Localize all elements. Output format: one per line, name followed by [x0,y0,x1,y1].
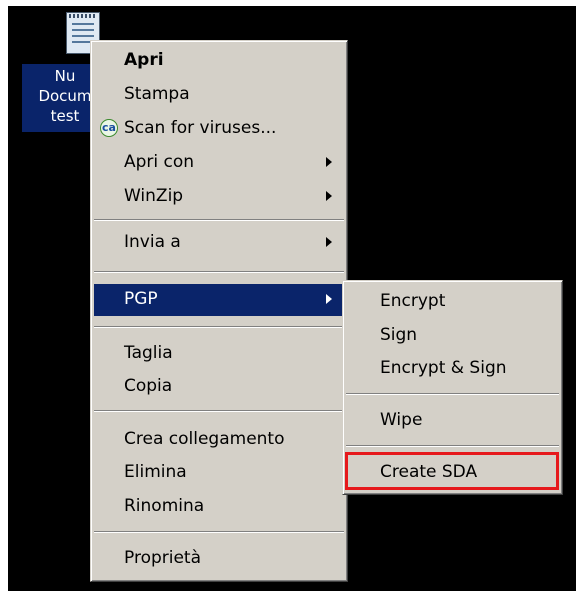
menu-item-rinomina[interactable]: Rinomina [94,491,344,521]
menu-separator [94,326,344,328]
menu-item-label: WinZip [124,186,184,206]
menu-separator [94,531,344,533]
menu-item-label: Apri [124,50,164,70]
submenu-arrow-icon [326,191,332,201]
menu-separator [94,219,344,221]
annotation-highlight-box [345,452,559,490]
submenu-item-sign[interactable]: Sign [346,320,559,350]
submenu-item-label: Sign [380,325,418,345]
menu-item-label: Copia [124,376,173,396]
menu-item-pgp[interactable]: PGP [94,284,344,316]
menu-item-scan-for-viruses[interactable]: ca Scan for viruses... [94,113,344,143]
submenu-item-label: Encrypt [380,291,446,311]
menu-item-label: Scan for viruses... [124,118,277,138]
submenu-item-label: Wipe [380,410,423,430]
menu-item-label: Stampa [124,84,190,104]
menu-item-invia-a[interactable]: Invia a [94,227,344,257]
menu-item-crea-collegamento[interactable]: Crea collegamento [94,424,344,454]
menu-item-apri[interactable]: Apri [94,45,344,75]
menu-item-label: Crea collegamento [124,429,285,449]
menu-item-label: Apri con [124,152,195,172]
menu-item-copia[interactable]: Copia [94,371,344,401]
menu-item-label: PGP [124,289,158,309]
menu-item-elimina[interactable]: Elimina [94,457,344,487]
menu-item-label: Proprietà [124,548,202,568]
menu-separator [346,445,559,447]
menu-separator [346,393,559,395]
menu-item-stampa[interactable]: Stampa [94,79,344,109]
submenu-item-encrypt[interactable]: Encrypt [346,286,559,316]
submenu-arrow-icon [326,157,332,167]
ca-antivirus-icon: ca [100,119,118,137]
context-menu: Apri Stampa ca Scan for viruses... Apri … [90,40,348,582]
menu-item-proprieta[interactable]: Proprietà [94,543,344,573]
menu-item-winzip[interactable]: WinZip [94,181,344,211]
menu-item-taglia[interactable]: Taglia [94,338,344,368]
submenu-arrow-icon [326,294,332,304]
menu-item-apri-con[interactable]: Apri con [94,147,344,177]
menu-item-label: Taglia [124,343,173,363]
submenu-arrow-icon [326,237,332,247]
menu-item-label: Rinomina [124,496,205,516]
menu-item-label: Elimina [124,462,187,482]
submenu-item-encrypt-and-sign[interactable]: Encrypt & Sign [346,353,559,383]
submenu-item-wipe[interactable]: Wipe [346,405,559,435]
menu-separator [94,410,344,412]
submenu-item-label: Encrypt & Sign [380,358,507,378]
menu-separator [94,271,344,273]
menu-item-label: Invia a [124,232,181,252]
